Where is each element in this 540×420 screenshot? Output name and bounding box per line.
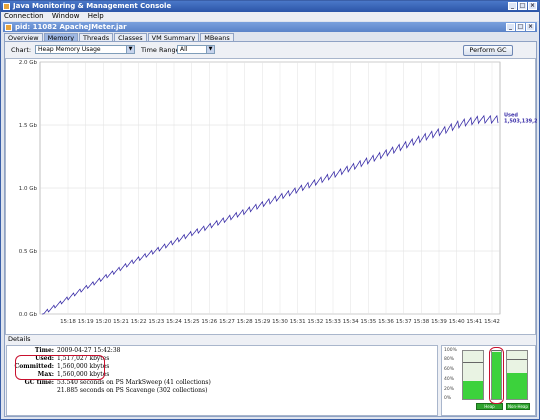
x-tick-label: 15:29: [254, 319, 270, 325]
perform-gc-button[interactable]: Perform GC: [463, 45, 513, 56]
y-tick-label: 2.0 Gb: [19, 60, 38, 66]
x-tick-label: 15:25: [184, 319, 200, 325]
x-tick-label: 15:28: [237, 319, 253, 325]
detail-row-time: Time: 2009-04-27 15:42:38: [7, 347, 439, 355]
y-tick-label: 0.0 Gb: [19, 312, 38, 318]
connection-title: pid: 11082 ApacheJMeter.jar: [15, 23, 127, 31]
x-tick-label: 15:40: [449, 319, 465, 325]
pct-label: 40%: [444, 377, 455, 382]
tab-bar: Overview Memory Threads Classes VM Summa…: [4, 33, 235, 42]
memory-bar-1[interactable]: [462, 350, 484, 400]
memory-pool-bars: 100% 80% 60% 40% 20% 0% Heap Non-Heap: [441, 345, 536, 416]
x-tick-label: 15:36: [378, 319, 394, 325]
time-range-select[interactable]: All ▼: [177, 45, 215, 54]
non-heap-bar-label[interactable]: Non-Heap: [506, 403, 530, 410]
x-tick-label: 15:34: [343, 319, 359, 325]
detail-value: 53.540 seconds on PS MarkSweep (41 colle…: [57, 379, 211, 386]
committed-line: [507, 358, 527, 360]
close-icon[interactable]: ×: [528, 2, 537, 10]
x-tick-label: 15:31: [290, 319, 306, 325]
x-tick-label: 15:27: [219, 319, 235, 325]
chart-label: Chart:: [11, 46, 32, 54]
menu-bar: Connection Window Help: [1, 12, 539, 21]
frame-close-icon[interactable]: ×: [526, 23, 535, 31]
x-tick-label: 15:33: [325, 319, 341, 325]
x-tick-label: 15:37: [396, 319, 412, 325]
memory-bar-non-heap[interactable]: [506, 350, 528, 400]
details-panel: Time: 2009-04-27 15:42:38 Used: 1,517,02…: [6, 345, 438, 416]
legend-series-value: 1,503,139,288: [504, 119, 537, 125]
highlight-annotation: [489, 347, 504, 404]
java-cup-icon: [3, 3, 10, 10]
pct-label: 80%: [444, 357, 455, 362]
chart-select[interactable]: Heap Memory Usage ▼: [35, 45, 135, 54]
x-tick-label: 15:38: [413, 319, 429, 325]
detail-row-gc-time: GC time: 53.540 seconds on PS MarkSweep …: [7, 379, 439, 387]
x-tick-label: 15:41: [466, 319, 482, 325]
java-cup-icon: [5, 24, 12, 31]
menu-help[interactable]: Help: [88, 12, 104, 20]
memory-tab-content: Chart: Heap Memory Usage ▼ Time Range: A…: [4, 41, 540, 417]
y-tick-label: 1.0 Gb: [19, 186, 38, 192]
pct-label: 20%: [444, 387, 455, 392]
y-tick-label: 0.5 Gb: [19, 249, 38, 255]
highlight-annotation: [15, 355, 105, 380]
x-tick-label: 15:20: [95, 319, 111, 325]
pct-label: 100%: [444, 348, 457, 353]
chevron-down-icon: ▼: [126, 46, 134, 53]
detail-value: 2009-04-27 15:42:38: [57, 347, 121, 354]
chart-svg: 0.0 Gb 0.5 Gb 1.0 Gb 1.5 Gb 2.0 Gb 15:18 15:19…: [19, 60, 540, 325]
x-tick-label: 15:23: [148, 319, 164, 325]
bar-fill: [507, 372, 527, 399]
chart-select-value: Heap Memory Usage: [38, 46, 101, 53]
tab-threads[interactable]: Threads: [79, 33, 114, 42]
tab-memory[interactable]: Memory: [43, 33, 79, 42]
bar-fill: [463, 380, 483, 399]
frame-maximize-icon[interactable]: □: [516, 23, 525, 31]
tab-classes[interactable]: Classes: [114, 33, 147, 42]
x-tick-label: 15:39: [431, 319, 447, 325]
detail-row-gc-time-2: 21.885 seconds on PS Scavenge (302 colle…: [7, 387, 439, 395]
details-heading: Details: [8, 335, 31, 343]
pct-label: 60%: [444, 367, 455, 372]
app-window-buttons: _ □ ×: [508, 2, 537, 10]
x-tick-label: 15:24: [166, 319, 182, 325]
x-tick-label: 15:22: [131, 319, 147, 325]
x-tick-label: 15:18: [60, 319, 76, 325]
heap-bar-label[interactable]: Heap: [476, 403, 503, 410]
tab-mbeans[interactable]: MBeans: [200, 33, 234, 42]
tab-vm-summary[interactable]: VM Summary: [147, 33, 200, 42]
y-tick-label: 1.5 Gb: [19, 123, 38, 129]
detail-key: GC time:: [24, 379, 54, 386]
detail-key: Time:: [34, 347, 54, 354]
committed-line: [463, 362, 483, 363]
application-window: Java Monitoring & Management Console _ □…: [0, 0, 540, 420]
frame-window-buttons: _ □ ×: [506, 23, 535, 31]
tab-overview[interactable]: Overview: [4, 33, 43, 42]
chevron-down-icon: ▼: [206, 46, 214, 53]
frame-minimize-icon[interactable]: _: [506, 23, 515, 31]
maximize-icon[interactable]: □: [518, 2, 527, 10]
x-tick-label: 15:26: [201, 319, 217, 325]
x-tick-label: 15:42: [484, 319, 500, 325]
app-title: Java Monitoring & Management Console: [13, 2, 172, 10]
internal-frame-titlebar: pid: 11082 ApacheJMeter.jar _ □ ×: [3, 22, 537, 32]
detail-value: 21.885 seconds on PS Scavenge (302 colle…: [57, 387, 208, 394]
time-range-label: Time Range:: [141, 46, 182, 54]
x-tick-label: 15:30: [272, 319, 288, 325]
x-tick-label: 15:35: [360, 319, 376, 325]
minimize-icon[interactable]: _: [508, 2, 517, 10]
x-tick-label: 15:21: [113, 319, 129, 325]
heap-memory-chart: 0.0 Gb 0.5 Gb 1.0 Gb 1.5 Gb 2.0 Gb 15:18 15:19…: [5, 58, 540, 335]
pct-label: 0%: [444, 396, 452, 401]
menu-connection[interactable]: Connection: [4, 12, 44, 20]
app-titlebar: Java Monitoring & Management Console _ □…: [1, 1, 539, 12]
menu-window[interactable]: Window: [52, 12, 80, 20]
x-tick-label: 15:19: [78, 319, 94, 325]
x-tick-label: 15:32: [307, 319, 323, 325]
time-range-value: All: [180, 46, 188, 53]
